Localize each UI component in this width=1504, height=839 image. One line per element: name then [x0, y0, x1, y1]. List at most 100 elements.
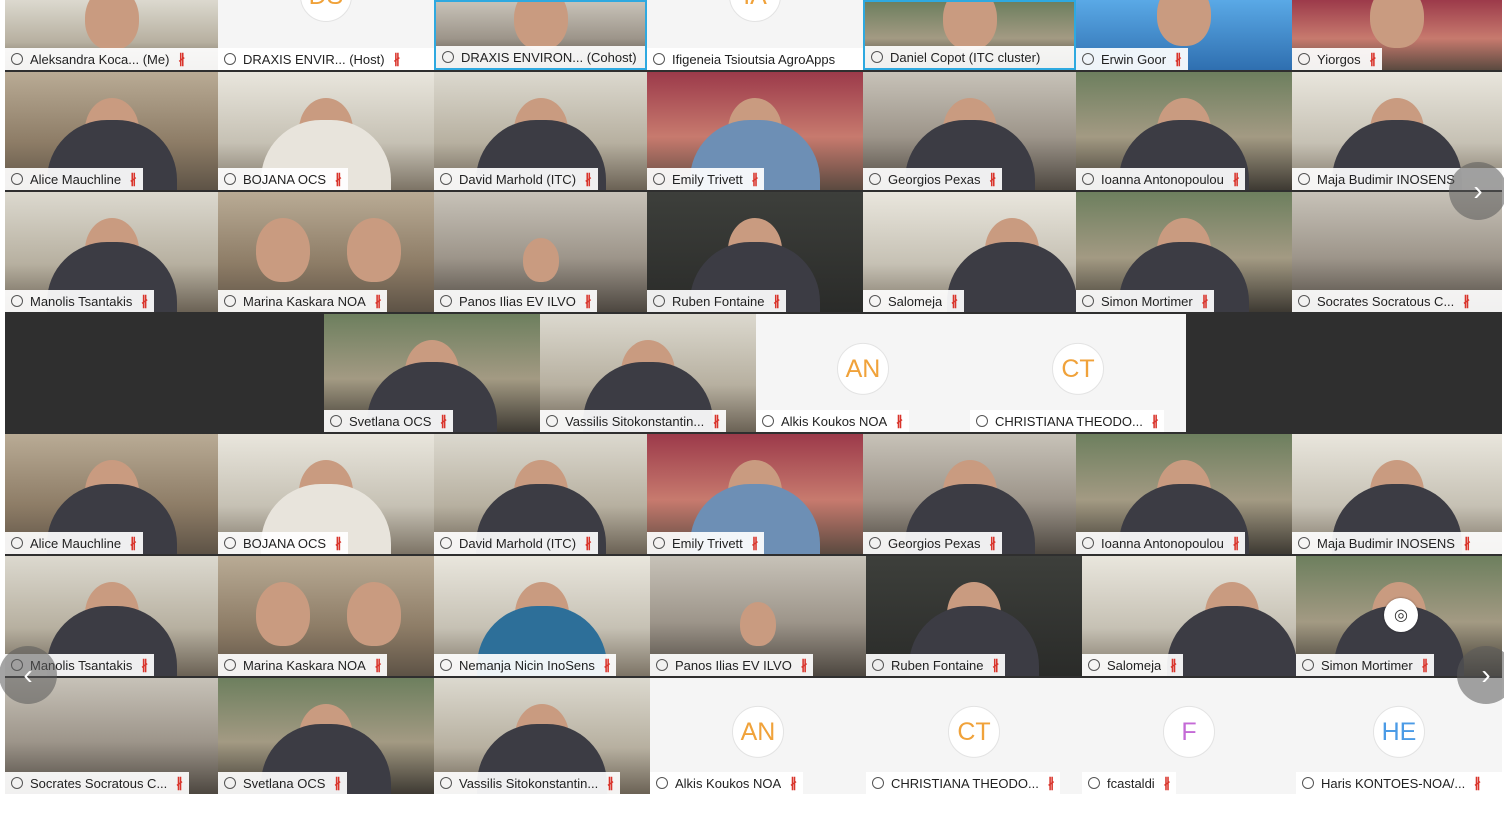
- participant-tile[interactable]: F fcastaldi ∦: [1082, 678, 1296, 794]
- participant-tile[interactable]: Simon Mortimer ∦: [1076, 192, 1292, 312]
- participant-name: CHRISTIANA THEODO...: [891, 775, 1039, 791]
- microphone-icon: [11, 53, 23, 65]
- participant-tile[interactable]: David Marhold (ITC) ∦: [434, 72, 647, 190]
- participant-tile-active-speaker[interactable]: DRAXIS ENVIRON... (Cohost): [434, 0, 647, 70]
- muted-mic-icon: ∦: [951, 293, 958, 308]
- avatar: F: [1163, 705, 1215, 758]
- muted-mic-icon: ∦: [989, 171, 997, 186]
- next-page-icon[interactable]: ›: [1449, 162, 1504, 220]
- participant-tile[interactable]: Alice Mauchline ∦: [5, 72, 218, 190]
- participant-video: [1370, 0, 1424, 48]
- nameplate: Yiorgos ∦: [1292, 48, 1383, 70]
- microphone-icon: [546, 415, 558, 427]
- participant-tile[interactable]: Ioanna Antonopoulou ∦: [1076, 434, 1292, 554]
- microphone-icon: [1298, 537, 1310, 549]
- participant-tile[interactable]: Nemanja Nicin InoSens ∦: [434, 556, 650, 676]
- participant-tile[interactable]: Svetlana OCS ∦: [218, 678, 434, 794]
- microphone-icon: [224, 173, 236, 185]
- participant-tile[interactable]: Ioanna Antonopoulou ∦: [1076, 72, 1292, 190]
- participant-tile[interactable]: Panos Ilias EV ILVO ∦: [650, 556, 866, 676]
- microphone-icon: [1302, 777, 1314, 789]
- nameplate: Simon Mortimer ∦: [1296, 654, 1435, 676]
- participant-tile[interactable]: Daniel Copot (ITC cluster): [863, 0, 1076, 70]
- participant-tile[interactable]: CT CHRISTIANA THEODO... ∦: [866, 678, 1082, 794]
- participant-video: [255, 218, 310, 283]
- participant-tile[interactable]: Aleksandra Koca... (Me) ∦: [5, 0, 218, 70]
- muted-mic-icon: ∦: [1151, 413, 1159, 428]
- participant-tile[interactable]: Salomeja ∦: [1082, 556, 1296, 676]
- nameplate: Svetlana OCS ∦: [324, 410, 453, 432]
- participant-tile[interactable]: Emily Trivett ∦: [647, 434, 863, 554]
- participant-tile[interactable]: CT CHRISTIANA THEODO... ∦: [970, 314, 1186, 432]
- participant-tile[interactable]: Svetlana OCS ∦: [324, 314, 540, 432]
- participant-tile[interactable]: IA Ifigeneia Tsioutsia AgroApps: [647, 0, 863, 70]
- participant-tile[interactable]: DS DRAXIS ENVIR... (Host) ∦: [218, 0, 434, 70]
- participant-name: Erwin Goor: [1101, 51, 1167, 67]
- participant-tile[interactable]: Ruben Fontaine ∦: [647, 192, 863, 312]
- participant-video: [84, 0, 139, 50]
- muted-mic-icon: ∦: [1369, 51, 1377, 66]
- muted-mic-icon: ∦: [335, 171, 342, 186]
- camera-switch-icon[interactable]: ◎: [1384, 598, 1418, 632]
- participant-name: Panos Ilias EV ILVO: [675, 657, 792, 673]
- participant-name: Georgios Pexas: [888, 535, 981, 551]
- microphone-icon: [224, 53, 236, 65]
- participant-tile[interactable]: Georgios Pexas ∦: [863, 434, 1076, 554]
- participant-name: Marina Kaskara NOA: [243, 293, 366, 309]
- microphone-icon: [869, 537, 881, 549]
- microphone-icon: [1302, 659, 1314, 671]
- participant-tile[interactable]: Erwin Goor ∦: [1076, 0, 1292, 70]
- participant-tile[interactable]: AN Alkis Koukos NOA ∦: [756, 314, 970, 432]
- nameplate: BOJANA OCS ∦: [218, 168, 348, 190]
- nameplate: CHRISTIANA THEODO... ∦: [866, 772, 1061, 794]
- participant-name: Socrates Socratous C...: [30, 775, 168, 791]
- muted-mic-icon: ∦: [1421, 657, 1429, 672]
- nameplate: Haris KONTOES-NOA/... ∦: [1296, 772, 1502, 794]
- participant-tile[interactable]: Salomeja ∦: [863, 192, 1076, 312]
- muted-mic-icon: ∦: [374, 657, 382, 672]
- participant-video: [522, 237, 559, 282]
- participant-tile[interactable]: Marina Kaskara NOA ∦: [218, 192, 434, 312]
- previous-page-icon[interactable]: ‹: [0, 646, 57, 704]
- nameplate: Ioanna Antonopoulou ∦: [1076, 532, 1246, 554]
- participant-name: Svetlana OCS: [349, 413, 432, 429]
- muted-mic-icon: ∦: [1232, 535, 1240, 550]
- participant-name: DRAXIS ENVIR... (Host): [243, 51, 385, 67]
- avatar: HE: [1373, 705, 1425, 758]
- nameplate: Socrates Socratous C... ∦: [1292, 290, 1502, 312]
- participant-name: Georgios Pexas: [888, 171, 981, 187]
- participant-tile[interactable]: Panos Ilias EV ILVO ∦: [434, 192, 647, 312]
- participant-tile[interactable]: Georgios Pexas ∦: [863, 72, 1076, 190]
- nameplate: Vassilis Sitokonstantin... ∦: [434, 772, 620, 794]
- participant-tile[interactable]: BOJANA OCS ∦: [218, 72, 434, 190]
- muted-mic-icon: ∦: [713, 413, 720, 428]
- participant-tile[interactable]: Maja Budimir INOSENS ∦: [1292, 434, 1502, 554]
- participant-tile[interactable]: David Marhold (ITC) ∦: [434, 434, 647, 554]
- participant-tile[interactable]: Vassilis Sitokonstantin... ∦: [540, 314, 756, 432]
- muted-mic-icon: ∦: [790, 775, 797, 790]
- participant-tile[interactable]: Manolis Tsantakis ∦: [5, 192, 218, 312]
- nameplate: Salomeja ∦: [1082, 654, 1183, 676]
- participant-tile[interactable]: Alice Mauchline ∦: [5, 434, 218, 554]
- muted-mic-icon: ∦: [607, 775, 614, 790]
- participant-tile[interactable]: Emily Trivett ∦: [647, 72, 863, 190]
- participant-tile[interactable]: AN Alkis Koukos NOA ∦: [650, 678, 866, 794]
- muted-mic-icon: ∦: [176, 775, 183, 790]
- participant-tile[interactable]: Marina Kaskara NOA ∦: [218, 556, 434, 676]
- microphone-icon: [1082, 537, 1094, 549]
- participant-tile[interactable]: BOJANA OCS ∦: [218, 434, 434, 554]
- microphone-icon: [11, 173, 23, 185]
- muted-mic-icon: ∦: [751, 171, 759, 186]
- participant-name: Ioanna Antonopoulou: [1101, 535, 1224, 551]
- nameplate: CHRISTIANA THEODO... ∦: [970, 410, 1165, 432]
- muted-mic-icon: ∦: [751, 535, 759, 550]
- participant-name: Simon Mortimer: [1101, 293, 1193, 309]
- muted-mic-icon: ∦: [1201, 293, 1209, 308]
- participant-tile[interactable]: Ruben Fontaine ∦: [866, 556, 1082, 676]
- nameplate: fcastaldi ∦: [1082, 772, 1177, 794]
- microphone-icon: [1082, 295, 1094, 307]
- muted-mic-icon: ∦: [178, 51, 185, 66]
- participant-tile[interactable]: Yiorgos ∦: [1292, 0, 1502, 70]
- participant-tile[interactable]: Vassilis Sitokonstantin... ∦: [434, 678, 650, 794]
- nameplate: Emily Trivett ∦: [647, 168, 765, 190]
